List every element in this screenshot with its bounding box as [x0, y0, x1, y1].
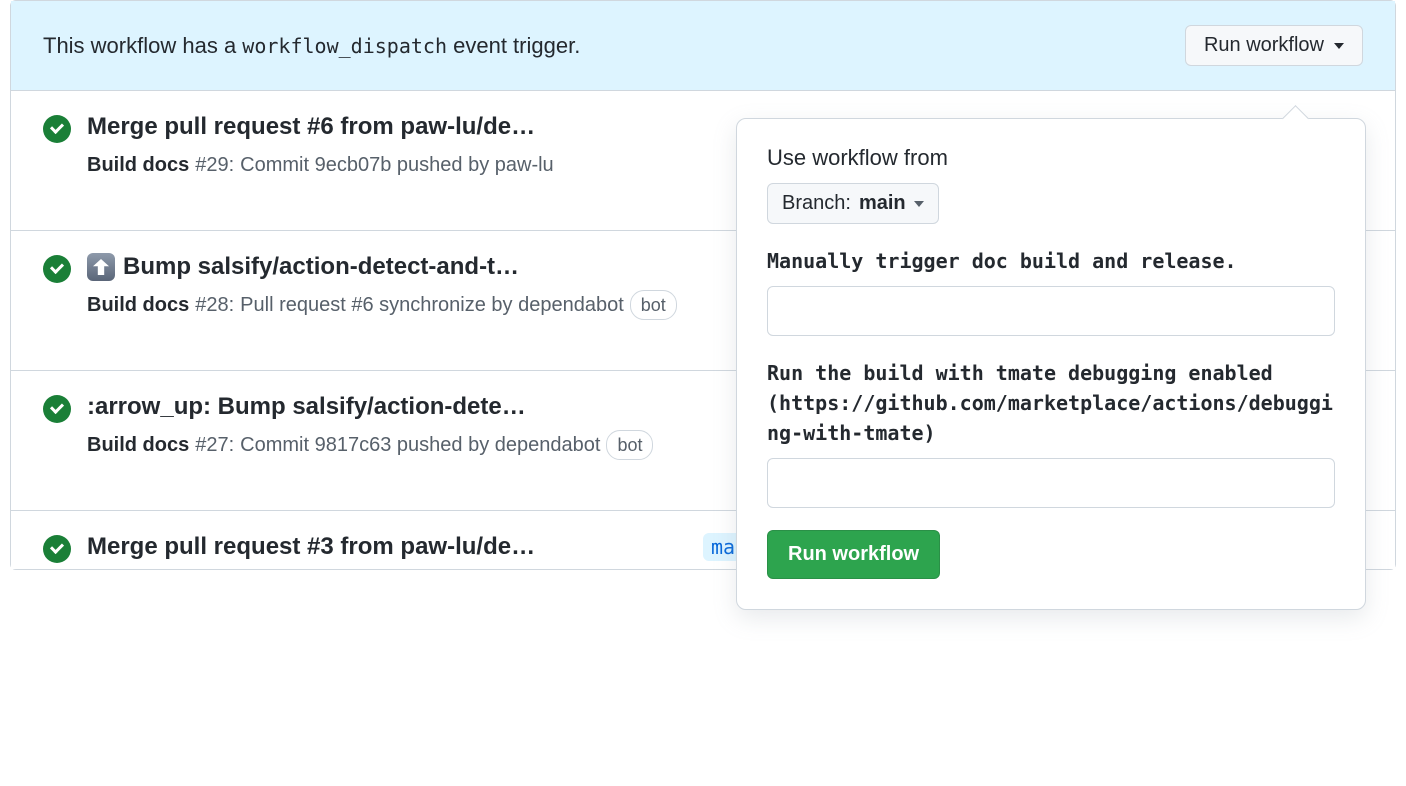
- run-title[interactable]: Bump salsify/action-detect-and-t…: [87, 253, 687, 281]
- branch-name: main: [859, 192, 906, 215]
- use-workflow-from-label: Use workflow from: [767, 145, 1335, 171]
- run-meta: Build docs #29: Commit 9ecb07b pushed by…: [87, 149, 687, 181]
- run-title-text: Bump salsify/action-detect-and-t…: [123, 253, 519, 281]
- workflow-name: Build docs: [87, 149, 189, 181]
- run-title-text: :arrow_up: Bump salsify/action-dete…: [87, 393, 526, 421]
- run-main: :arrow_up: Bump salsify/action-dete… Bui…: [87, 393, 687, 461]
- workflow-dispatch-banner: This workflow has a workflow_dispatch ev…: [11, 1, 1395, 91]
- banner-code: workflow_dispatch: [242, 34, 447, 58]
- run-meta: Build docs #28: Pull request #6 synchron…: [87, 289, 687, 321]
- arrow-up-emoji-icon: [87, 253, 115, 281]
- branch-select-button[interactable]: Branch: main: [767, 183, 939, 224]
- run-title[interactable]: Merge pull request #3 from paw-lu/de…: [87, 533, 687, 561]
- run-detail: Pull request #6 synchronize by dependabo…: [240, 289, 624, 321]
- caret-down-icon: [914, 201, 924, 207]
- run-detail: Commit 9817c63 pushed by dependabot: [240, 429, 600, 461]
- success-icon: [43, 255, 71, 283]
- input1-label: Manually trigger doc build and release.: [767, 246, 1335, 276]
- run-title[interactable]: :arrow_up: Bump salsify/action-dete…: [87, 393, 687, 421]
- run-detail: Commit 9ecb07b pushed by paw-lu: [240, 149, 554, 181]
- run-number: #28:: [195, 289, 234, 321]
- run-workflow-dropdown-button[interactable]: Run workflow: [1185, 25, 1363, 66]
- run-title[interactable]: Merge pull request #6 from paw-lu/de…: [87, 113, 687, 141]
- run-meta: Build docs #27: Commit 9817c63 pushed by…: [87, 429, 687, 461]
- success-icon: [43, 395, 71, 423]
- banner-suffix: event trigger.: [447, 33, 580, 58]
- success-icon: [43, 115, 71, 143]
- run-workflow-submit-button[interactable]: Run workflow: [767, 530, 940, 579]
- run-main: Merge pull request #6 from paw-lu/de… Bu…: [87, 113, 687, 181]
- tmate-debug-input[interactable]: [767, 458, 1335, 508]
- run-main: Bump salsify/action-detect-and-t… Build …: [87, 253, 687, 321]
- manual-trigger-input[interactable]: [767, 286, 1335, 336]
- run-workflow-label: Run workflow: [1204, 34, 1324, 57]
- run-number: #27:: [195, 429, 234, 461]
- run-workflow-popover: Use workflow from Branch: main Manually …: [736, 118, 1366, 610]
- success-icon: [43, 535, 71, 563]
- banner-text: This workflow has a workflow_dispatch ev…: [43, 33, 580, 59]
- run-title-text: Merge pull request #6 from paw-lu/de…: [87, 113, 535, 141]
- input2-label: Run the build with tmate debugging enabl…: [767, 358, 1335, 448]
- run-title-text: Merge pull request #3 from paw-lu/de…: [87, 533, 535, 561]
- caret-down-icon: [1334, 43, 1344, 49]
- banner-prefix: This workflow has a: [43, 33, 242, 58]
- branch-prefix: Branch:: [782, 192, 851, 215]
- workflow-name: Build docs: [87, 289, 189, 321]
- workflow-name: Build docs: [87, 429, 189, 461]
- bot-badge: bot: [606, 430, 653, 461]
- bot-badge: bot: [630, 290, 677, 321]
- run-main: Merge pull request #3 from paw-lu/de…: [87, 533, 687, 569]
- run-number: #29:: [195, 149, 234, 181]
